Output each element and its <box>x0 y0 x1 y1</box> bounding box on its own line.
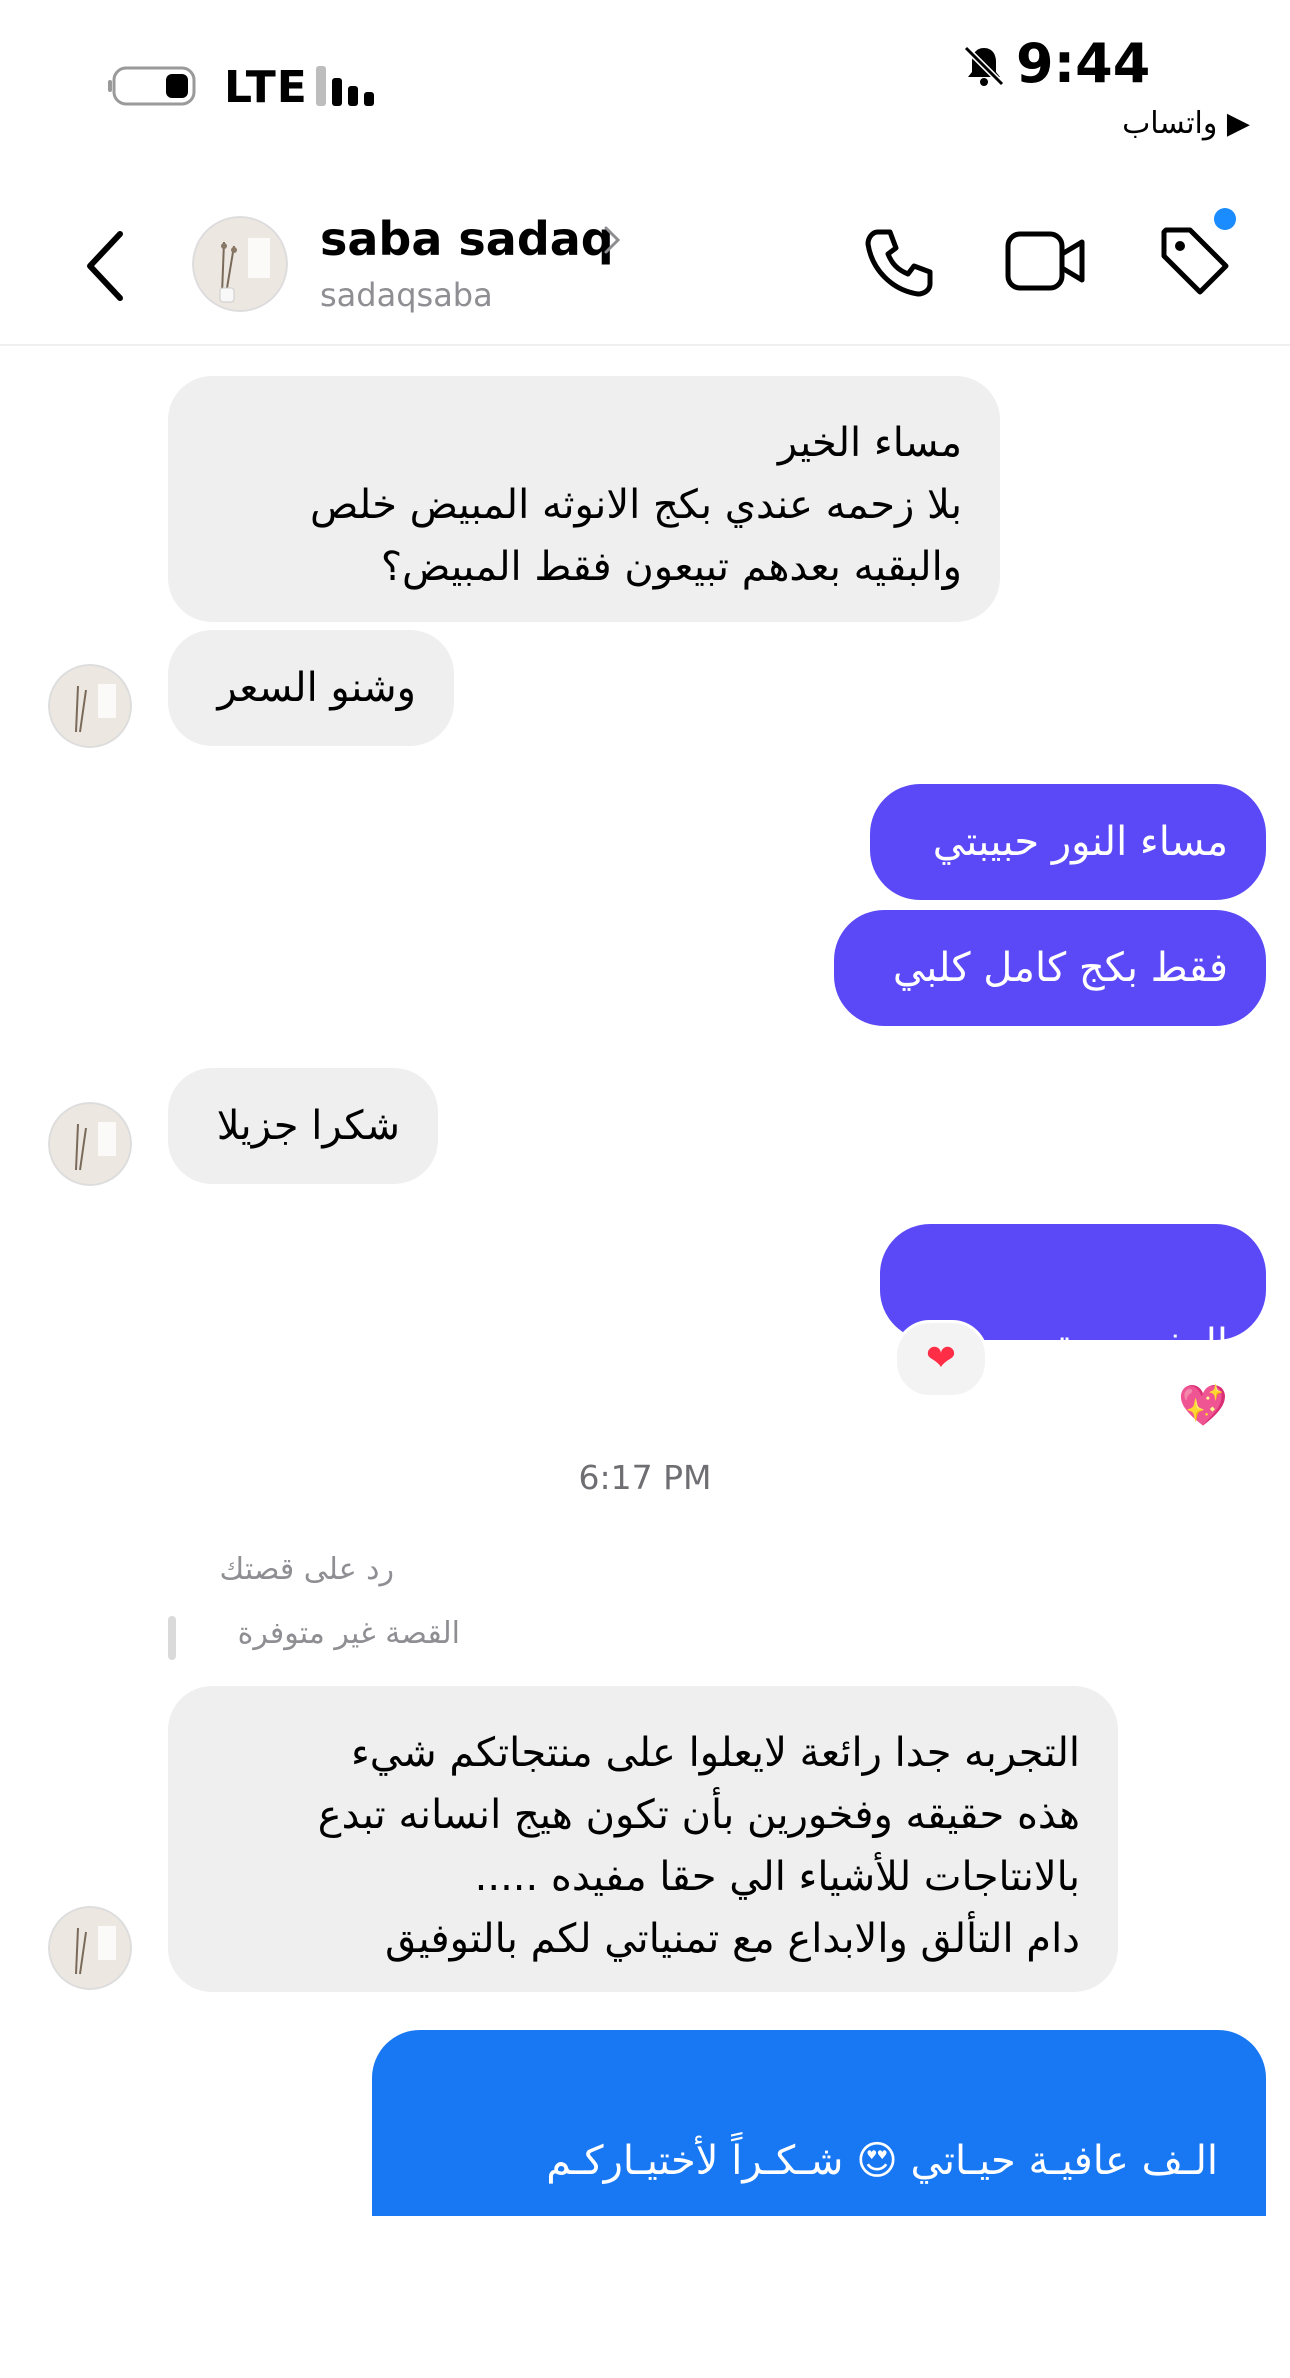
chat-header: saba sadaq sadaqsaba <box>0 184 1290 346</box>
clock: 9:44 <box>1016 32 1151 95</box>
avatar[interactable] <box>48 1906 132 1990</box>
message-line: الـف عافيـة حيـاتي 😍 شـكـراً لأختيـاركـم <box>546 2138 1218 2184</box>
status-bar: LTE 9:44 ▶ واتساب <box>0 0 1290 160</box>
message-outgoing[interactable]: مساء النور حبيبتي <box>870 784 1266 900</box>
message-outgoing[interactable]: فقط بكج كامل كلبي <box>834 910 1266 1026</box>
back-icon[interactable] <box>76 224 136 308</box>
signal-icon <box>316 66 374 106</box>
bell-slash-icon <box>963 45 1005 87</box>
back-to-app-link[interactable]: ▶ واتساب <box>1122 106 1250 141</box>
contact-username: sadaqsaba <box>320 276 493 314</box>
phone-icon[interactable] <box>862 224 938 300</box>
message-outgoing[interactable]: الـف عافيـة حيـاتي 😍 شـكـراً لأختيـاركـم… <box>372 2030 1266 2308</box>
contact-name[interactable]: saba sadaq <box>320 212 614 266</box>
message-text: العفو حبيبتي <box>1025 1321 1228 1367</box>
network-label: LTE <box>224 62 308 113</box>
reply-quote-bar <box>168 1616 176 1660</box>
timestamp: 6:17 PM <box>578 1458 712 1497</box>
avatar[interactable] <box>48 664 132 748</box>
battery-icon <box>108 66 196 106</box>
reaction-heart-icon[interactable]: ❤ <box>894 1320 988 1398</box>
message-incoming[interactable]: وشنو السعر <box>168 630 454 746</box>
message-incoming[interactable]: مساء الخير بلا زحمه عندي بكج الانوثه الم… <box>168 376 1000 622</box>
message-incoming[interactable]: شكرا جزيلا <box>168 1068 438 1184</box>
story-unavailable-label: القصة غير متوفرة <box>237 1616 460 1651</box>
avatar[interactable] <box>192 216 288 312</box>
message-line: منتجات ❥شهـد بيـوتي❥ <box>819 2262 1218 2308</box>
message-incoming[interactable]: التجربه جدا رائعة لايعلوا على منتجاتكم ش… <box>168 1686 1118 1992</box>
chevron-right-icon[interactable] <box>600 220 624 260</box>
video-icon[interactable] <box>1004 228 1088 294</box>
tag-icon[interactable] <box>1156 222 1232 298</box>
story-reply-label: رد على قصتك <box>219 1552 394 1587</box>
avatar[interactable] <box>48 1102 132 1186</box>
notification-dot <box>1214 208 1236 230</box>
sparkling-heart-icon: 💖 <box>1178 1383 1228 1429</box>
